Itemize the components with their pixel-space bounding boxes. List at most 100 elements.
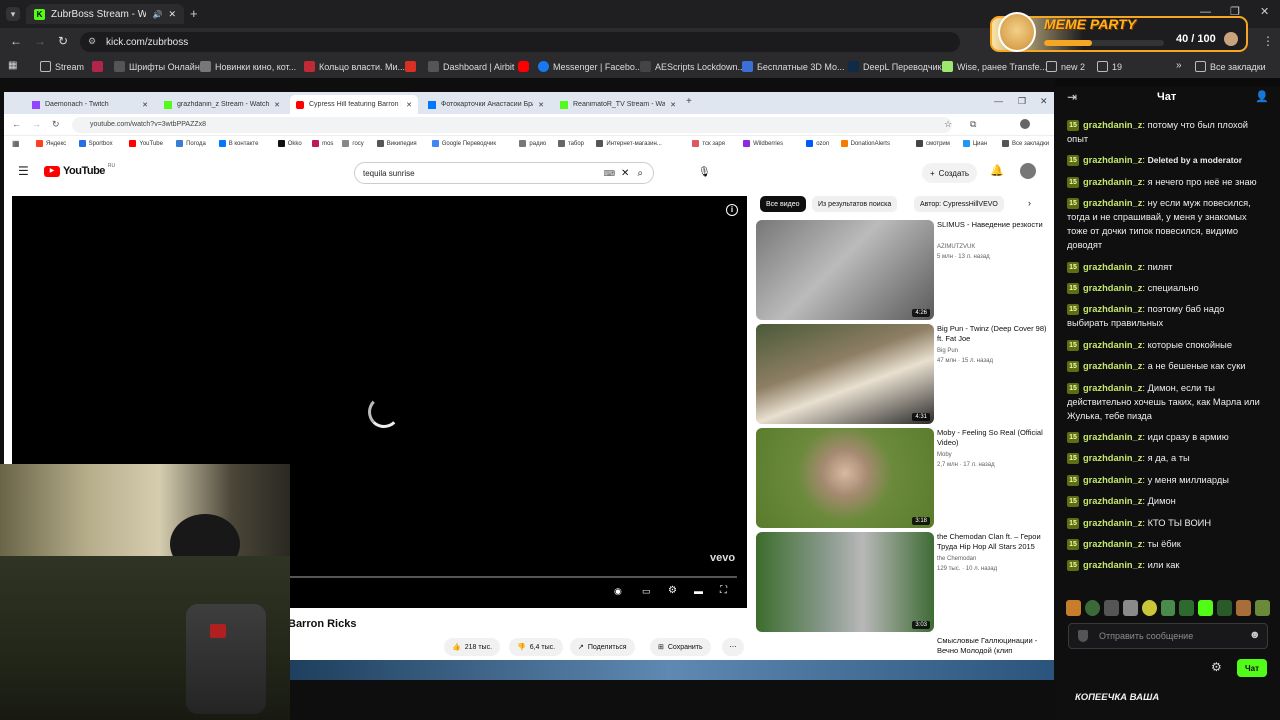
hamburger-menu-icon[interactable]: ☰ [18, 164, 29, 178]
bookmark-item[interactable]: Кольцо власти. Ми... [304, 61, 405, 72]
inner-bookmark-item[interactable]: Погода [176, 140, 206, 147]
emote-icon[interactable] [1066, 600, 1081, 616]
emote-icon[interactable] [1236, 600, 1252, 616]
chip-all-videos[interactable]: Все видео [760, 196, 806, 212]
bookmark-item[interactable] [518, 61, 529, 72]
tab-close-icon[interactable]: ✕ [670, 101, 676, 109]
close-window-icon[interactable]: ✕ [1260, 5, 1269, 18]
settings-gear-icon[interactable]: ⚙ [668, 585, 677, 596]
more-bookmarks-icon[interactable]: » [1176, 60, 1182, 71]
inner-tab[interactable]: Фотокарточки Анастасии Бра ✕ [422, 95, 550, 114]
inner-bookmark-item[interactable]: смотрим [916, 140, 950, 147]
search-icon[interactable]: ⌕ [637, 168, 643, 179]
inner-bookmark-item[interactable]: Okko [277, 140, 302, 147]
tab-search-icon[interactable]: ▾ [6, 7, 20, 21]
inner-maximize-icon[interactable]: ❐ [1018, 96, 1026, 107]
chat-username[interactable]: grazhdanin_z [1083, 560, 1142, 570]
chat-username[interactable]: grazhdanin_z [1083, 155, 1142, 165]
forward-icon[interactable]: → [34, 34, 46, 48]
tab-close-icon[interactable]: ✕ [274, 101, 280, 109]
chat-username[interactable]: grazhdanin_z [1083, 262, 1142, 272]
notifications-bell-icon[interactable]: 🔔 [990, 164, 1004, 177]
outer-url-field[interactable]: ⚙ kick.com/zubrboss [80, 32, 960, 52]
tab-close-icon[interactable]: ✕ [142, 101, 148, 109]
tab-close-icon[interactable]: ✕ [168, 9, 176, 20]
chat-users-icon[interactable]: 👤 [1255, 90, 1269, 103]
inner-reload-icon[interactable]: ↻ [52, 119, 60, 130]
inner-new-tab-button[interactable]: + [686, 96, 692, 107]
bookmark-item[interactable]: Новинки кино, кот... [200, 61, 296, 72]
chips-next-icon[interactable]: › [1028, 198, 1031, 208]
bookmark-item[interactable]: Messenger | Facebo... [538, 61, 642, 72]
dislike-button[interactable]: 👎 6,4 тыс. [509, 638, 564, 656]
inner-tab-active[interactable]: Cypress Hill featuring Barron R ✕ [290, 95, 418, 114]
rec-title[interactable]: SLIMUS - Наведение резкости [937, 220, 1052, 230]
youtube-logo[interactable]: ▶ YouTube RU [44, 163, 115, 177]
apps-icon[interactable]: ▦ [8, 60, 17, 71]
info-icon[interactable]: i [726, 204, 738, 216]
chat-username[interactable]: grazhdanin_z [1083, 198, 1142, 208]
save-button[interactable]: ⊞ Сохранить [650, 638, 711, 656]
emote-icon[interactable] [1179, 600, 1195, 616]
chat-username[interactable]: grazhdanin_z [1083, 496, 1142, 506]
inner-apps-icon[interactable]: ▦ [12, 139, 20, 148]
chat-username[interactable]: grazhdanin_z [1083, 177, 1142, 187]
all-bookmarks-button[interactable]: Все закладки [1195, 61, 1266, 72]
new-tab-button[interactable]: + [190, 6, 198, 21]
emote-icon[interactable] [1122, 600, 1138, 616]
bookmark-item[interactable]: Dashboard | Airbit [428, 61, 514, 72]
chat-username[interactable]: grazhdanin_z [1083, 539, 1142, 549]
inner-tab[interactable]: grazhdanin_z Stream - Watch L ✕ [158, 95, 286, 114]
bookmark-item[interactable]: new 2 [1046, 61, 1085, 72]
bookmark-item[interactable]: DeepL Переводчик [848, 61, 942, 72]
chat-username[interactable]: grazhdanin_z [1083, 475, 1142, 485]
emote-icon[interactable] [1255, 600, 1270, 616]
emote-icon[interactable] [1141, 600, 1157, 616]
inner-bookmark-item[interactable]: В контакте [218, 140, 258, 147]
chip-author[interactable]: Автор: CypressHillVEVO [914, 196, 1004, 212]
inner-bookmark-item[interactable]: Sportbox [78, 140, 113, 147]
inner-bookmark-item[interactable]: радио [519, 140, 546, 147]
chat-send-button[interactable]: Чат [1237, 659, 1267, 677]
chat-username[interactable]: grazhdanin_z [1083, 120, 1142, 130]
inner-bookmark-item[interactable]: госу [342, 140, 364, 147]
emote-icon[interactable] [1160, 600, 1176, 616]
inner-back-icon[interactable]: ← [12, 119, 21, 129]
more-menu-icon[interactable]: ⋮ [1262, 34, 1274, 48]
emote-icon[interactable] [1198, 600, 1214, 616]
inner-tab[interactable]: Daemonach - Twitch ✕ [26, 95, 154, 114]
chat-username[interactable]: grazhdanin_z [1083, 518, 1142, 528]
clear-search-icon[interactable]: ✕ [621, 168, 629, 179]
rec-thumbnail[interactable]: 4:31 [756, 324, 934, 424]
chat-username[interactable]: grazhdanin_z [1083, 383, 1142, 393]
bookmark-item[interactable] [405, 61, 416, 72]
bookmark-item[interactable]: Wise, ранее Transfe... [942, 61, 1047, 72]
chat-username[interactable]: grazhdanin_z [1083, 432, 1142, 442]
reload-icon[interactable]: ↻ [58, 34, 68, 48]
rec-title[interactable]: Big Pun - Twinz (Deep Cover 98) ft. Fat … [937, 324, 1052, 344]
inner-bookmark-item[interactable]: Циан [962, 140, 987, 147]
site-info-icon[interactable]: ⚙ [88, 36, 96, 47]
emote-icon[interactable] [1217, 600, 1233, 616]
rec-channel[interactable]: Big Pun [937, 348, 958, 354]
create-button[interactable]: + Создать [922, 163, 978, 183]
more-actions-button[interactable]: ⋯ [722, 638, 744, 656]
inner-bookmark-item[interactable]: Яндекс [36, 140, 66, 147]
autoplay-toggle-icon[interactable]: ◉ [614, 586, 622, 597]
tab-close-icon[interactable]: ✕ [406, 101, 412, 109]
inner-forward-icon[interactable]: → [32, 119, 41, 129]
rec-thumbnail[interactable]: 4:26 [756, 220, 934, 320]
share-button[interactable]: ↗ Поделиться [570, 638, 635, 656]
chat-username[interactable]: grazhdanin_z [1083, 304, 1142, 314]
bookmark-item[interactable]: Бесплатные 3D Мо... [742, 61, 845, 72]
emote-icon[interactable] [1103, 600, 1119, 616]
inner-bookmark-item[interactable]: YouTube [129, 140, 163, 147]
inner-url-field[interactable]: youtube.com/watch?v=3wtbPPAZZx8 [72, 117, 952, 133]
rec-channel[interactable]: Moby [937, 452, 952, 458]
collapse-chat-icon[interactable]: ⇥ [1067, 90, 1077, 104]
back-icon[interactable]: ← [10, 34, 22, 48]
rec-title[interactable]: the Chemodan Clan ft. – Герои Труда Hip … [937, 532, 1052, 552]
rec-thumbnail[interactable]: 3:03 [756, 532, 934, 632]
voice-search-icon[interactable]: 🎙 [698, 167, 711, 178]
inner-all-bookmarks-button[interactable]: Все закладки [1002, 140, 1049, 147]
